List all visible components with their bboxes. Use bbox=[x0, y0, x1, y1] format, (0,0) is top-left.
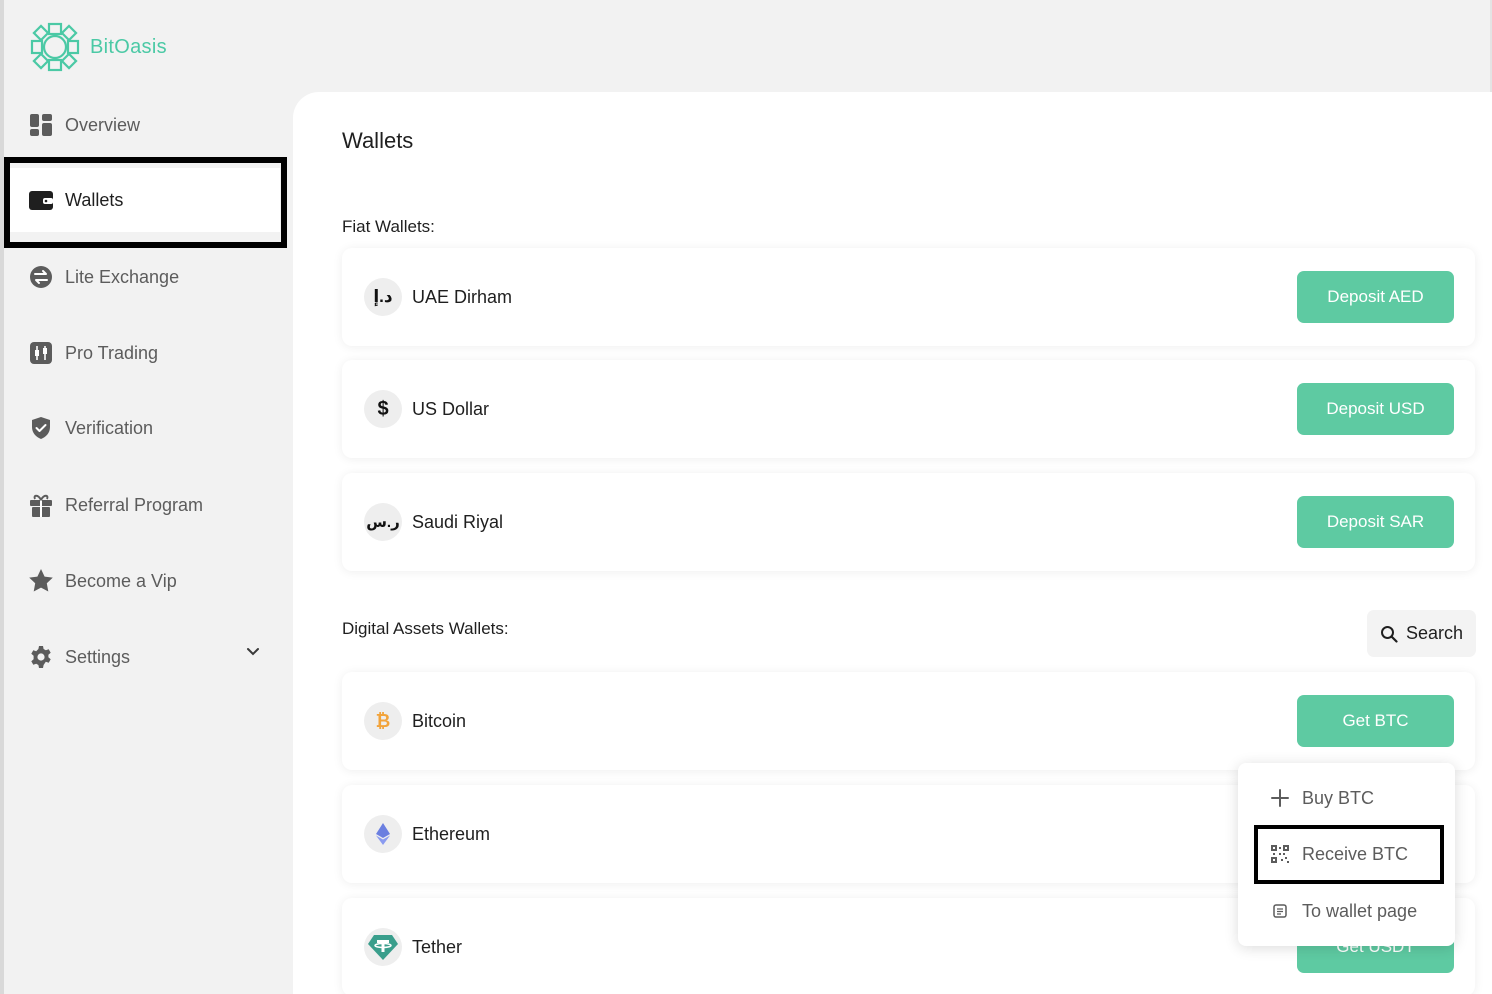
sidebar-item-lite-exchange[interactable]: Lite Exchange bbox=[8, 245, 280, 309]
overview-icon bbox=[28, 112, 54, 138]
wallet-name: Tether bbox=[412, 936, 463, 957]
bitoasis-logo-icon bbox=[30, 22, 80, 72]
sidebar-item-label: Lite Exchange bbox=[65, 266, 180, 287]
sidebar-item-label: Settings bbox=[65, 646, 131, 667]
star-icon bbox=[28, 568, 54, 594]
deposit-aed-button[interactable]: Deposit AED bbox=[1297, 271, 1454, 323]
candlestick-icon bbox=[28, 340, 54, 366]
qr-code-icon bbox=[1268, 845, 1292, 863]
document-icon bbox=[1268, 904, 1292, 918]
page-title: Wallets bbox=[342, 128, 414, 153]
get-btc-button[interactable]: Get BTC bbox=[1297, 695, 1454, 747]
sidebar-item-label: Referral Program bbox=[65, 494, 204, 515]
menu-item-receive-btc[interactable]: Receive BTC bbox=[1268, 839, 1408, 869]
get-btc-dropdown-menu: Buy BTC Receive BTC To wallet page bbox=[1238, 763, 1455, 946]
wallet-name: Ethereum bbox=[412, 823, 491, 844]
sidebar-item-overview[interactable]: Overview bbox=[8, 93, 280, 157]
sidebar-item-label: Verification bbox=[65, 417, 154, 438]
sidebar-item-label: Wallets bbox=[65, 189, 124, 210]
menu-item-buy-btc[interactable]: Buy BTC bbox=[1268, 783, 1374, 813]
sidebar-item-pro-trading[interactable]: Pro Trading bbox=[8, 321, 280, 385]
sidebar-item-label: Pro Trading bbox=[65, 342, 159, 363]
aed-symbol-icon: د.إ bbox=[364, 278, 402, 316]
shield-check-icon bbox=[28, 415, 54, 441]
bitcoin-icon: ₿ bbox=[364, 702, 402, 740]
search-icon bbox=[1380, 625, 1398, 643]
wallet-icon bbox=[28, 187, 54, 213]
wallet-name: US Dollar bbox=[412, 398, 490, 419]
search-button[interactable]: Search bbox=[1367, 610, 1476, 657]
sar-symbol-icon: ر.س bbox=[364, 503, 402, 541]
gear-icon bbox=[28, 644, 54, 670]
wallet-card-sar[interactable]: ر.س Saudi Riyal Deposit SAR bbox=[342, 473, 1475, 571]
gift-icon bbox=[28, 492, 54, 518]
wallet-name: Bitcoin bbox=[412, 710, 467, 731]
fiat-wallets-heading: Fiat Wallets: bbox=[342, 217, 435, 236]
ethereum-icon bbox=[364, 815, 402, 853]
sidebar-item-referral-program[interactable]: Referral Program bbox=[8, 473, 280, 537]
menu-item-label: Buy BTC bbox=[1302, 787, 1375, 808]
wallet-card-usd[interactable]: $ US Dollar Deposit USD bbox=[342, 360, 1475, 458]
brand-name: BitOasis bbox=[90, 35, 167, 58]
menu-item-label: To wallet page bbox=[1302, 900, 1418, 921]
sidebar-item-become-vip[interactable]: Become a Vip bbox=[8, 549, 280, 613]
usd-symbol-icon: $ bbox=[364, 390, 402, 428]
brand-logo[interactable]: BitOasis bbox=[30, 22, 167, 72]
wallet-card-aed[interactable]: د.إ UAE Dirham Deposit AED bbox=[342, 248, 1475, 346]
digital-assets-heading: Digital Assets Wallets: bbox=[342, 619, 509, 638]
search-label: Search bbox=[1405, 623, 1464, 643]
wallet-name: UAE Dirham bbox=[412, 286, 513, 307]
sidebar-item-wallets[interactable]: Wallets bbox=[8, 168, 280, 232]
menu-item-to-wallet-page[interactable]: To wallet page bbox=[1268, 896, 1417, 926]
deposit-usd-button[interactable]: Deposit USD bbox=[1297, 383, 1454, 435]
tether-icon bbox=[364, 928, 402, 966]
sidebar-item-label: Overview bbox=[65, 114, 141, 135]
window-left-edge bbox=[0, 0, 4, 994]
wallet-card-btc[interactable]: ₿ Bitcoin Get BTC bbox=[342, 672, 1475, 770]
plus-icon bbox=[1268, 788, 1292, 808]
menu-item-label: Receive BTC bbox=[1302, 843, 1409, 864]
sidebar-item-settings[interactable]: Settings bbox=[8, 625, 280, 689]
wallet-name: Saudi Riyal bbox=[412, 511, 504, 532]
sidebar-item-verification[interactable]: Verification bbox=[8, 396, 280, 460]
sidebar-item-label: Become a Vip bbox=[65, 570, 177, 591]
chevron-down-icon[interactable] bbox=[246, 647, 260, 657]
deposit-sar-button[interactable]: Deposit SAR bbox=[1297, 496, 1454, 548]
exchange-icon bbox=[28, 264, 54, 290]
